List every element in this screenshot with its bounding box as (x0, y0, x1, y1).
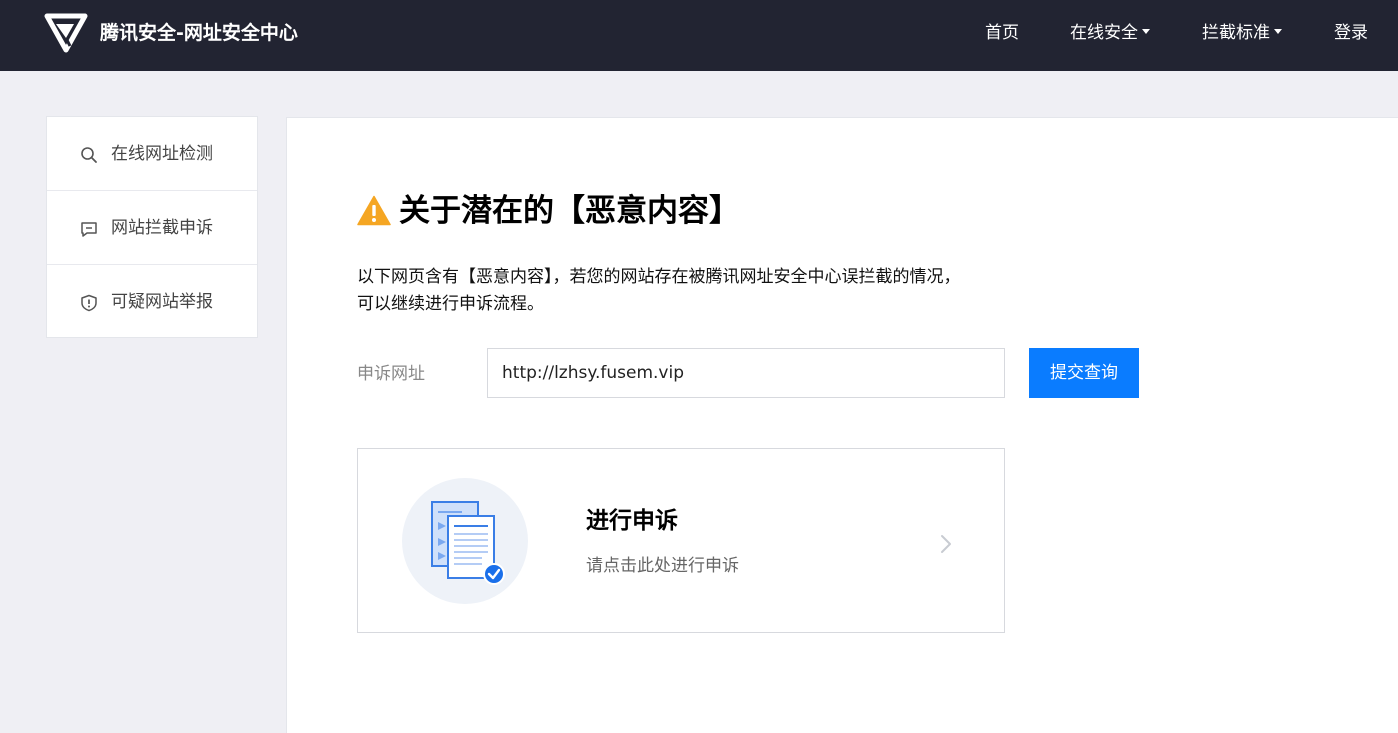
sidebar-item-label: 可疑网站举报 (111, 292, 213, 312)
submit-query-button[interactable]: 提交查询 (1029, 348, 1139, 398)
caret-down-icon (1274, 28, 1282, 34)
main-panel: 关于潜在的【恶意内容】 以下网页含有【恶意内容】，若您的网站存在被腾讯网址安全中… (286, 117, 1398, 733)
nav-block-standard-label: 拦截标准 (1202, 23, 1270, 43)
sidebar-item-url-check[interactable]: 在线网址检测 (47, 117, 257, 190)
nav-online-security-label: 在线安全 (1070, 23, 1138, 43)
sidebar-item-label: 在线网址检测 (111, 144, 213, 164)
shield-icon (81, 294, 97, 312)
description-line: 可以继续进行申诉流程。 (357, 294, 544, 314)
search-icon (81, 147, 97, 163)
sidebar: 在线网址检测 网站拦截申诉 可疑网站举报 (46, 116, 258, 338)
sidebar-item-block-appeal[interactable]: 网站拦截申诉 (47, 190, 257, 263)
appeal-subtitle: 请点击此处进行申诉 (586, 556, 739, 576)
description: 以下网页含有【恶意内容】，若您的网站存在被腾讯网址安全中心误拦截的情况， 可以继… (357, 264, 961, 318)
sidebar-item-label: 网站拦截申诉 (111, 218, 213, 238)
appeal-card[interactable]: 进行申诉 请点击此处进行申诉 (357, 448, 1005, 633)
sidebar-item-report-site[interactable]: 可疑网站举报 (47, 264, 257, 337)
message-icon (81, 222, 97, 237)
appeal-title: 进行申诉 (586, 508, 678, 534)
top-nav-bar: 腾讯安全-网址安全中心 首页 在线安全 拦截标准 登录 (0, 0, 1398, 71)
document-check-icon (402, 478, 528, 604)
chevron-right-icon (941, 535, 951, 553)
nav-online-security[interactable]: 在线安全 (1070, 21, 1150, 45)
nav-home-label: 首页 (985, 23, 1019, 43)
nav-block-standard[interactable]: 拦截标准 (1202, 21, 1282, 45)
description-line: 以下网页含有【恶意内容】，若您的网站存在被腾讯网址安全中心误拦截的情况， (357, 267, 961, 287)
nav-login-label: 登录 (1334, 23, 1368, 43)
url-input[interactable] (487, 348, 1005, 398)
nav-login[interactable]: 登录 (1334, 21, 1368, 45)
warning-icon (357, 195, 391, 226)
site-brand-title[interactable]: 腾讯安全-网址安全中心 (100, 20, 298, 46)
tencent-security-logo-icon[interactable] (44, 12, 88, 54)
page-title: 关于潜在的【恶意内容】 (399, 193, 740, 229)
url-field-label: 申诉网址 (357, 364, 425, 384)
nav-home[interactable]: 首页 (985, 21, 1019, 45)
caret-down-icon (1142, 28, 1150, 34)
